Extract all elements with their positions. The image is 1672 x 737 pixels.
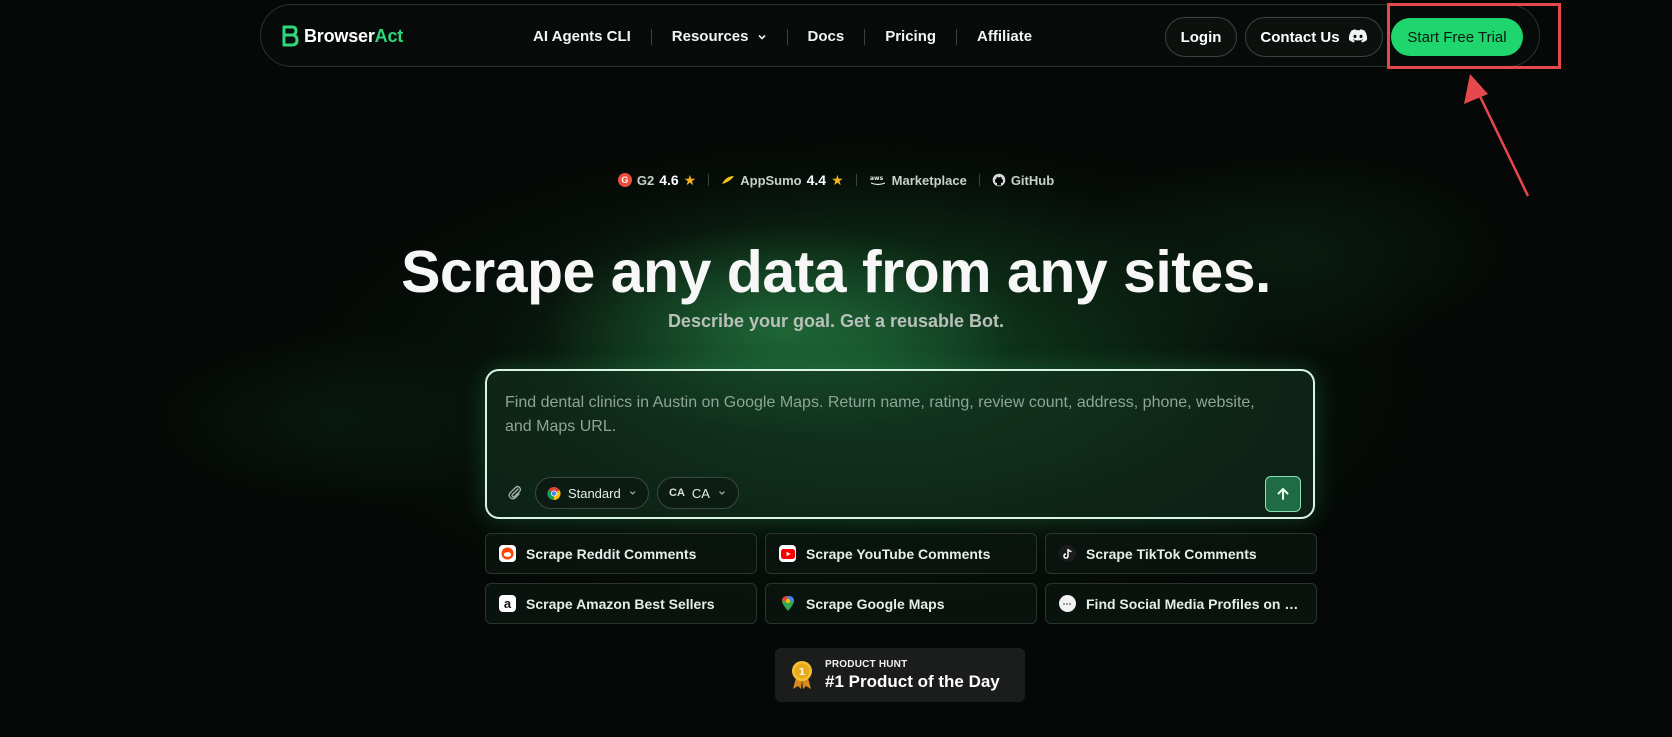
nav-resources[interactable]: Resources xyxy=(652,28,787,45)
brand-name: BrowserAct xyxy=(304,25,404,46)
product-hunt-award: #1 Product of the Day xyxy=(825,671,1000,691)
suggestion-google-maps[interactable]: Scrape Google Maps xyxy=(765,583,1037,624)
chevron-down-icon xyxy=(629,491,636,495)
aws-marketplace-link[interactable]: aws Marketplace xyxy=(857,173,979,188)
reddit-icon xyxy=(499,545,516,562)
svg-text:aws: aws xyxy=(870,175,884,182)
product-hunt-text: PRODUCT HUNT #1 Product of the Day xyxy=(825,659,1000,692)
nav-docs[interactable]: Docs xyxy=(788,28,865,45)
discord-icon xyxy=(1348,29,1367,43)
suggestion-reddit[interactable]: Scrape Reddit Comments xyxy=(485,533,757,574)
g2-icon: G xyxy=(617,173,632,187)
login-button[interactable]: Login xyxy=(1165,17,1237,57)
suggestion-youtube[interactable]: Scrape YouTube Comments xyxy=(765,533,1037,574)
github-icon xyxy=(992,173,1006,187)
chrome-icon xyxy=(547,486,561,500)
suggestion-amazon[interactable]: a Scrape Amazon Best Sellers xyxy=(485,583,757,624)
paperclip-icon[interactable] xyxy=(507,485,523,501)
link-icon xyxy=(1059,595,1076,612)
main-menu: AI Agents CLI Resources Docs Pricing Aff… xyxy=(513,5,1052,68)
contact-us-button[interactable]: Contact Us xyxy=(1245,17,1383,57)
youtube-icon xyxy=(779,545,796,562)
product-hunt-badge[interactable]: 1 PRODUCT HUNT #1 Product of the Day xyxy=(775,648,1025,702)
svg-text:1: 1 xyxy=(799,667,806,678)
suggestion-social-profiles[interactable]: Find Social Media Profiles on Go... xyxy=(1045,583,1317,624)
product-hunt-label: PRODUCT HUNT xyxy=(825,658,908,670)
arrow-up-icon xyxy=(1277,488,1289,500)
tiktok-icon xyxy=(1059,545,1076,562)
amazon-icon: a xyxy=(499,595,516,612)
chevron-down-icon xyxy=(757,34,766,40)
prompt-input-box[interactable]: Find dental clinics in Austin on Google … xyxy=(485,369,1315,519)
start-free-trial-button[interactable]: Start Free Trial xyxy=(1391,18,1523,56)
star-icon: ★ xyxy=(683,171,697,188)
nav-affiliate[interactable]: Affiliate xyxy=(957,28,1052,45)
region-badge: CA xyxy=(669,487,685,499)
github-link[interactable]: GitHub xyxy=(980,173,1066,188)
appsumo-icon xyxy=(722,176,735,184)
ratings-bar: G G2 4.6 ★ AppSumo 4.4 ★ aws Marketplace… xyxy=(0,169,1672,191)
suggestion-tiktok[interactable]: Scrape TikTok Comments xyxy=(1045,533,1317,574)
g2-rating[interactable]: G G2 4.6 ★ xyxy=(606,172,708,189)
top-navbar: BrowserAct AI Agents CLI Resources Docs … xyxy=(260,4,1540,67)
hero-subtitle: Describe your goal. Get a reusable Bot. xyxy=(667,311,1005,331)
medal-icon: 1 xyxy=(792,661,812,689)
browser-mode-select[interactable]: Standard xyxy=(535,477,649,509)
chevron-down-icon xyxy=(719,491,725,495)
nav-pricing[interactable]: Pricing xyxy=(865,28,956,45)
google-maps-icon xyxy=(779,595,796,612)
brand-logo[interactable]: BrowserAct xyxy=(281,24,403,48)
browseract-logo-icon xyxy=(282,25,299,47)
prompt-placeholder[interactable]: Find dental clinics in Austin on Google … xyxy=(505,391,1265,439)
region-select[interactable]: CA CA xyxy=(657,477,739,509)
send-button[interactable] xyxy=(1265,476,1301,512)
star-icon: ★ xyxy=(831,171,844,188)
aws-icon: aws xyxy=(870,175,885,186)
hero-title: Scrape any data from any sites. xyxy=(401,239,1271,305)
appsumo-rating[interactable]: AppSumo 4.4 ★ xyxy=(709,172,855,189)
nav-ai-agents-cli[interactable]: AI Agents CLI xyxy=(513,28,651,45)
